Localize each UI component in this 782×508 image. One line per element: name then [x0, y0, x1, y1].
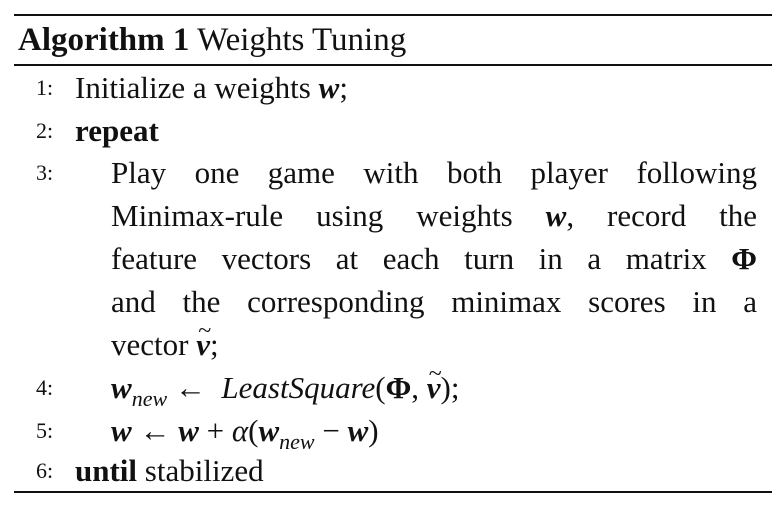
weights-symbol: w: [111, 370, 132, 405]
step-number: 2:: [36, 118, 54, 143]
step-3-row-2: Minimax-rule using weights w, record the: [0, 194, 782, 237]
step-number: 1:: [36, 75, 54, 100]
weights-symbol: w: [545, 198, 567, 233]
weights-symbol: w: [178, 413, 199, 448]
step-text: Initialize a weights: [75, 70, 311, 105]
close-paren: );: [440, 370, 460, 405]
step-3-row-3: feature vectors at each turn in a matrix…: [0, 237, 782, 280]
weights-symbol: w: [111, 413, 132, 448]
weights-symbol: w: [347, 413, 369, 448]
algorithm-name: Weights Tuning: [197, 22, 407, 58]
algorithm-box: Algorithm 1 Weights Tuning 1: Initialize…: [0, 0, 782, 508]
step-3-line-1: Play one game with both player following: [111, 155, 757, 190]
step-4: 4: wnew ← LeastSquare(Φ, v);: [0, 353, 782, 412]
assign-arrow: ←: [139, 413, 171, 448]
step-body: until stabilized: [75, 449, 264, 492]
repeat-keyword: repeat: [75, 113, 159, 148]
step-3-row-4: and the corresponding minimax scores in …: [0, 280, 782, 323]
step-3: 3: Play one game with both player follow…: [0, 151, 782, 194]
step-text: record the: [607, 198, 758, 233]
weights-symbol: w: [318, 70, 340, 105]
algorithm-label: Algorithm 1: [18, 22, 190, 58]
plus-sign: +: [206, 413, 225, 448]
open-paren: (: [248, 413, 259, 448]
step-end: ;: [209, 327, 219, 362]
comma: ,: [411, 370, 420, 405]
step-3-line-3: feature vectors at each turn in a matrix…: [111, 237, 757, 280]
step-2: 2: repeat: [0, 109, 782, 152]
comma: ,: [566, 198, 575, 233]
step-text: Minimax-rule using weights: [111, 198, 513, 233]
bottom-rule: [14, 491, 772, 493]
least-square-function: LeastSquare: [221, 370, 376, 405]
step-5: 5: w ← w + α(wnew − w): [0, 409, 782, 454]
step-number: 5:: [36, 418, 54, 443]
close-paren: ): [368, 413, 379, 448]
new-subscript: new: [131, 386, 168, 411]
until-keyword: until: [75, 453, 138, 488]
step-text: stabilized: [144, 453, 264, 488]
step-1: 1: Initialize a weights w;: [0, 66, 782, 109]
phi-symbol: Φ: [385, 370, 412, 405]
step-3-row-5: vector v;: [0, 310, 782, 366]
algorithm-title: Algorithm 1 Weights Tuning: [18, 16, 406, 64]
assign-arrow: ←: [174, 370, 206, 405]
step-end: ;: [339, 70, 348, 105]
step-number: 3:: [36, 160, 54, 185]
step-text: vector: [111, 327, 189, 362]
open-paren: (: [375, 370, 386, 405]
step-text: feature vectors at each turn in a matrix: [111, 241, 707, 276]
step-body: Initialize a weights w;: [75, 66, 348, 109]
alpha-symbol: α: [231, 413, 249, 448]
minus-sign: −: [322, 413, 340, 448]
step-3-line-5: vector v;: [111, 310, 219, 366]
phi-symbol: Φ: [731, 241, 757, 276]
weights-symbol: w: [258, 413, 280, 448]
step-6: 6: until stabilized: [0, 449, 782, 492]
step-body: wnew ← LeastSquare(Φ, v);: [111, 353, 460, 412]
step-number: 4:: [36, 375, 54, 400]
v-tilde-symbol: v: [427, 353, 442, 409]
step-3-line-2: Minimax-rule using weights w, record the: [111, 194, 757, 237]
step-number: 6:: [36, 458, 54, 483]
v-tilde-symbol: v: [196, 310, 211, 366]
